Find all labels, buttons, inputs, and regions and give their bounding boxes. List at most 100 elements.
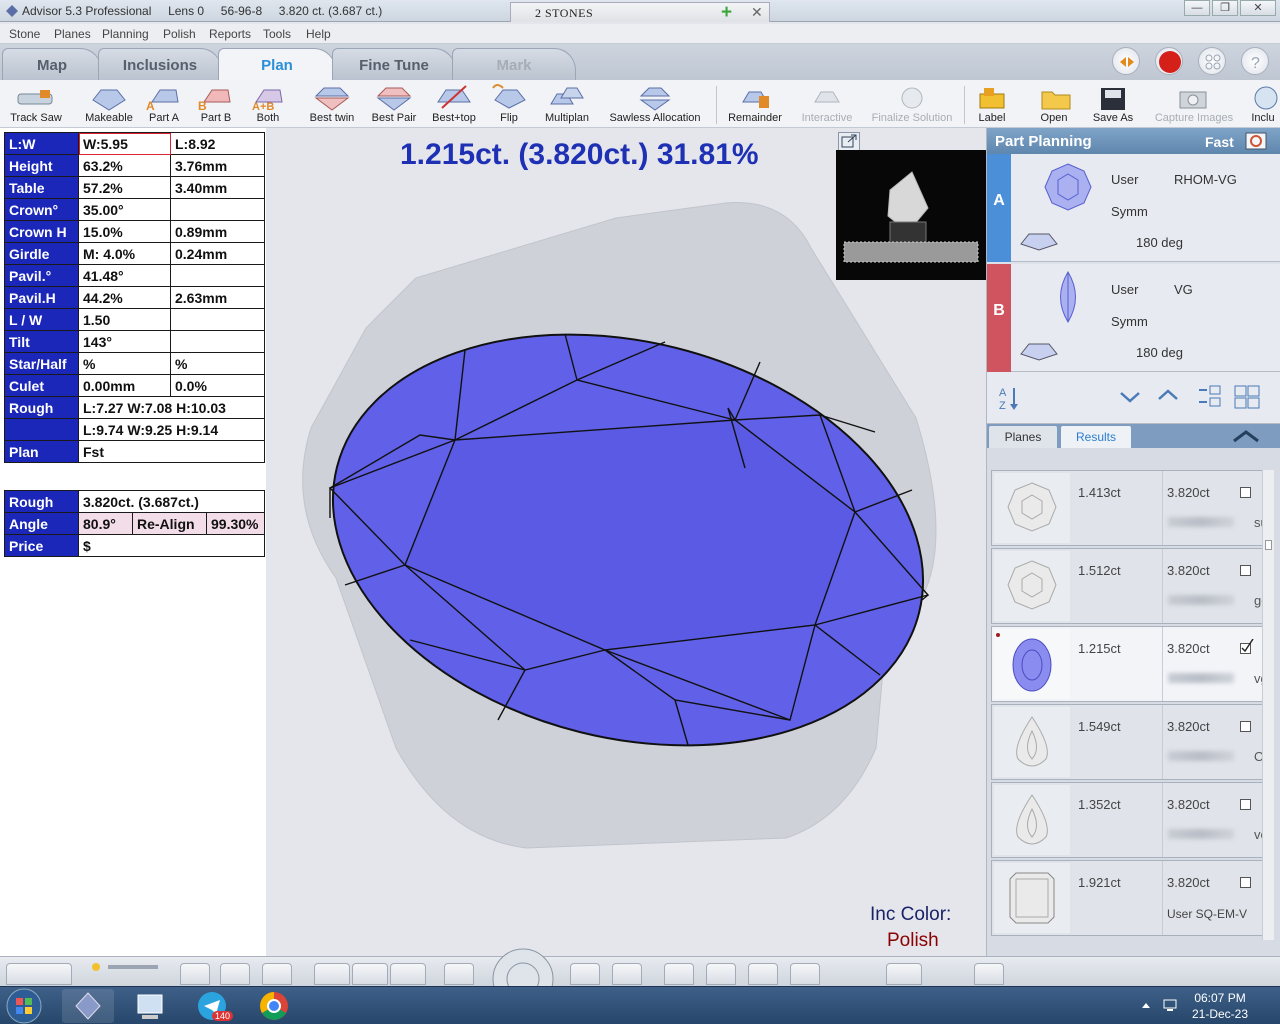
results-scrollbar[interactable] — [1262, 470, 1274, 940]
menu-stone[interactable]: Stone — [9, 27, 40, 41]
view-button[interactable] — [748, 963, 778, 985]
camera-thumbnail[interactable] — [836, 150, 986, 280]
realign-label[interactable]: Re-Align — [132, 512, 207, 535]
tab-inclusions[interactable]: Inclusions — [98, 48, 222, 80]
popout-icon[interactable] — [838, 132, 860, 152]
result-checkbox[interactable] — [1240, 877, 1251, 888]
param-value[interactable]: 1.50 — [78, 308, 171, 331]
chevron-up-icon[interactable] — [1157, 386, 1179, 404]
best-top-button[interactable]: Best+top — [428, 82, 480, 124]
tab-fine-tune[interactable]: Fine Tune — [332, 48, 456, 80]
minimize-button[interactable]: — — [1184, 0, 1210, 16]
param-value[interactable]: M: 4.0% — [78, 242, 171, 265]
add-tab-icon[interactable]: + — [721, 2, 732, 24]
part-b-card[interactable]: B User VG Symm 180 deg — [987, 264, 1280, 372]
view-button[interactable] — [886, 963, 922, 985]
menu-help[interactable]: Help — [306, 27, 331, 41]
brightness-slider[interactable] — [108, 965, 158, 969]
length-value[interactable]: L:8.92 — [170, 132, 265, 155]
help-icon[interactable]: ? — [1241, 47, 1269, 75]
param-value[interactable]: 41.48° — [78, 264, 171, 287]
part-a-card[interactable]: A User RHOM-VG Symm 180 deg — [987, 154, 1280, 262]
param-value[interactable]: 44.2% — [78, 286, 171, 309]
result-checkbox[interactable] — [1240, 721, 1251, 732]
mode-toggle-icon[interactable] — [1245, 132, 1267, 150]
label-button[interactable]: Label — [970, 82, 1014, 124]
zoom-fit-button[interactable] — [612, 963, 642, 985]
document-tab[interactable]: 2 STONES + ✕ — [510, 2, 770, 24]
view-button[interactable] — [314, 963, 350, 985]
menu-polish[interactable]: Polish — [163, 27, 196, 41]
interactive-button[interactable]: Interactive — [794, 82, 860, 124]
tab-mark[interactable]: Mark — [452, 48, 576, 80]
view-button[interactable] — [444, 963, 474, 985]
taskbar-advisor[interactable] — [62, 989, 114, 1023]
sawless-allocation-button[interactable]: Sawless Allocation — [600, 82, 710, 124]
view-button[interactable] — [352, 963, 388, 985]
menu-reports[interactable]: Reports — [209, 27, 251, 41]
menu-planning[interactable]: Planning — [102, 27, 149, 41]
flip-button[interactable]: Flip — [486, 82, 532, 124]
close-button[interactable]: ✕ — [1240, 0, 1276, 16]
taskbar-app[interactable] — [124, 989, 176, 1023]
close-tab-icon[interactable]: ✕ — [751, 4, 763, 21]
param-value[interactable]: 143° — [78, 330, 171, 353]
width-value[interactable]: W:5.95 — [78, 132, 171, 155]
result-checkbox[interactable] — [1240, 799, 1251, 810]
menu-tools[interactable]: Tools — [263, 27, 291, 41]
sort-az-icon[interactable]: AZ — [997, 384, 1021, 412]
part-a-button[interactable]: A Part A — [144, 82, 184, 124]
tab-plan[interactable]: Plan — [218, 48, 336, 81]
expand-all-icon[interactable] — [1233, 384, 1261, 410]
result-item[interactable]: 1.549ct 3.820ct Ol — [991, 704, 1271, 780]
rotate-control-icon[interactable] — [486, 947, 560, 987]
view-button[interactable] — [390, 963, 426, 985]
chevron-down-icon[interactable] — [1119, 388, 1141, 406]
view-button[interactable] — [180, 963, 210, 985]
view-button[interactable] — [262, 963, 292, 985]
result-item[interactable]: 1.921ct 3.820ct User SQ-EM-V — [991, 860, 1271, 936]
open-button[interactable]: Open — [1034, 82, 1074, 124]
best-pair-button[interactable]: Best Pair — [366, 82, 422, 124]
best-twin-button[interactable]: Best twin — [304, 82, 360, 124]
tab-map[interactable]: Map — [2, 48, 102, 80]
view-button[interactable] — [706, 963, 736, 985]
finalize-solution-button[interactable]: Finalize Solution — [864, 82, 960, 124]
makeable-button[interactable]: Makeable — [80, 82, 138, 124]
maximize-button[interactable]: ❐ — [1212, 0, 1238, 16]
capture-images-button[interactable]: Capture Images — [1144, 82, 1244, 124]
result-checkbox[interactable] — [1240, 487, 1251, 498]
param-value[interactable]: 63.2% — [78, 154, 171, 177]
param-value[interactable]: 15.0% — [78, 220, 171, 243]
view-button[interactable] — [790, 963, 820, 985]
track-saw-button[interactable]: Track Saw — [4, 82, 68, 124]
view-button[interactable] — [664, 963, 694, 985]
param-value[interactable]: 35.00° — [78, 198, 171, 221]
save-as-button[interactable]: Save As — [1088, 82, 1138, 124]
result-item[interactable]: 1.413ct 3.820ct su — [991, 470, 1271, 546]
tray-arrow-icon[interactable] — [1140, 999, 1152, 1011]
collapse-icon[interactable] — [1231, 428, 1261, 444]
param-value[interactable]: 57.2% — [78, 176, 171, 199]
prev-next-icon[interactable] — [1112, 47, 1140, 75]
view-button[interactable] — [974, 963, 1004, 985]
taskbar-chrome[interactable] — [248, 989, 300, 1023]
both-button[interactable]: A+B Both — [248, 82, 288, 124]
multiplan-button[interactable]: Multiplan — [540, 82, 594, 124]
network-icon[interactable] — [1162, 997, 1178, 1013]
tab-results[interactable]: Results — [1061, 426, 1131, 448]
part-b-button[interactable]: B Part B — [196, 82, 236, 124]
start-button-icon[interactable] — [4, 987, 44, 1024]
brightness-icon[interactable] — [88, 959, 104, 975]
record-icon[interactable] — [1155, 47, 1183, 75]
param-value[interactable]: 0.00mm — [78, 374, 171, 397]
planning-mode[interactable]: Fast — [1205, 134, 1234, 150]
result-item[interactable]: 1.512ct 3.820ct gc — [991, 548, 1271, 624]
remainder-button[interactable]: Remainder — [722, 82, 788, 124]
param-value[interactable]: % — [78, 352, 171, 375]
tab-planes[interactable]: Planes — [989, 426, 1057, 448]
result-checkbox[interactable] — [1240, 565, 1251, 576]
result-item-selected[interactable]: 1.215ct 3.820ct vg — [991, 626, 1271, 702]
view-button[interactable] — [220, 963, 250, 985]
settings-grid-icon[interactable] — [1198, 47, 1226, 75]
